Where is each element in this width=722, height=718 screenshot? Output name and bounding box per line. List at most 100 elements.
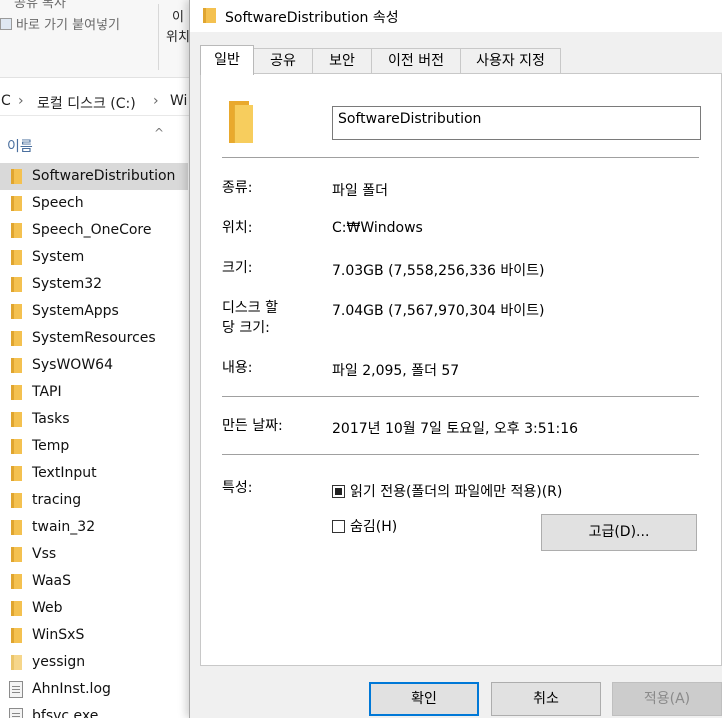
size-label: 크기: xyxy=(222,260,253,276)
disk-size-label-line2: 당 크기: xyxy=(222,320,270,336)
file-name: SystemApps xyxy=(32,303,119,319)
dialog-title: SoftwareDistribution 속성 xyxy=(225,10,399,26)
folder-icon xyxy=(11,655,22,670)
tab-sharing[interactable]: 공유 xyxy=(253,48,313,74)
ok-button[interactable]: 확인 xyxy=(369,682,479,716)
readonly-checkbox[interactable] xyxy=(332,484,345,498)
properties-dialog: SoftwareDistribution 속성 일반 공유 보안 이전 버전 사… xyxy=(189,0,722,718)
advanced-button[interactable]: 고급(D)... xyxy=(541,514,697,551)
file-name: SystemResources xyxy=(32,330,156,346)
location-value: C:₩Windows xyxy=(332,220,423,236)
file-name: Web xyxy=(32,600,63,616)
ribbon-move-button[interactable]: 이 xyxy=(172,6,184,25)
folder-icon xyxy=(11,169,22,184)
hidden-checkbox-row[interactable]: 숨김(H) xyxy=(332,516,397,536)
folder-icon xyxy=(11,520,22,535)
file-name: AhnInst.log xyxy=(32,681,111,697)
type-label: 종류: xyxy=(222,180,253,196)
file-explorer-window: 공유 복사 바로 가기 붙여넣기 이 위치 C › 로컬 디스크 (C:) › … xyxy=(0,0,200,718)
large-folder-icon xyxy=(229,101,253,143)
file-list-item[interactable]: Vss xyxy=(0,541,188,568)
folder-icon xyxy=(11,412,22,427)
breadcrumb-separator: › xyxy=(153,93,159,109)
folder-name-field[interactable]: SoftwareDistribution xyxy=(332,106,701,140)
address-bar[interactable]: C › 로컬 디스크 (C:) › Wi xyxy=(0,88,200,116)
file-list-item[interactable]: SysWOW64 xyxy=(0,352,188,379)
file-name: twain_32 xyxy=(32,519,96,535)
file-list-item[interactable]: twain_32 xyxy=(0,514,188,541)
breadcrumb-pc[interactable]: C xyxy=(1,93,11,109)
file-name: bfsvc.exe xyxy=(32,708,99,718)
tab-security[interactable]: 보안 xyxy=(312,48,372,74)
file-icon xyxy=(9,708,23,718)
file-name: System32 xyxy=(32,276,103,292)
general-tab-panel: SoftwareDistribution 종류: 파일 폴더 위치: C:₩Wi… xyxy=(200,73,722,666)
folder-icon xyxy=(11,304,22,319)
folder-icon xyxy=(11,574,22,589)
file-name: WaaS xyxy=(32,573,71,589)
file-list-item[interactable]: WinSxS xyxy=(0,622,188,649)
readonly-checkbox-label: 읽기 전용(폴더의 파일에만 적용)(R) xyxy=(350,484,563,500)
file-name: TextInput xyxy=(32,465,97,481)
file-list-item[interactable]: System32 xyxy=(0,271,188,298)
disk-size-value: 7.04GB (7,567,970,304 바이트) xyxy=(332,303,545,319)
ribbon-copy-path-label: 공유 복사 xyxy=(14,0,66,11)
name-column-header[interactable]: 이름 ^ xyxy=(0,126,200,160)
file-list-item[interactable]: TextInput xyxy=(0,460,188,487)
hidden-checkbox[interactable] xyxy=(332,519,345,533)
ribbon-move-location-label: 위치 xyxy=(166,30,190,45)
attributes-label: 특성: xyxy=(222,480,253,496)
file-list-item[interactable]: AhnInst.log xyxy=(0,676,188,703)
file-name: SoftwareDistribution xyxy=(32,168,176,184)
file-name: Temp xyxy=(32,438,70,454)
tab-general[interactable]: 일반 xyxy=(200,45,254,75)
file-list-item[interactable]: WaaS xyxy=(0,568,188,595)
type-value: 파일 폴더 xyxy=(332,183,388,199)
dialog-title-bar[interactable]: SoftwareDistribution 속성 xyxy=(190,0,722,32)
file-list-item[interactable]: Temp xyxy=(0,433,188,460)
file-list-item[interactable]: Speech_OneCore xyxy=(0,217,188,244)
file-list-item[interactable]: System xyxy=(0,244,188,271)
disk-size-label: 디스크 할 xyxy=(222,300,278,316)
created-value: 2017년 10월 7일 토요일, 오후 3:51:16 xyxy=(332,421,579,437)
file-list-item[interactable]: Tasks xyxy=(0,406,188,433)
file-list-item[interactable]: SystemResources xyxy=(0,325,188,352)
file-list-item[interactable]: Speech xyxy=(0,190,188,217)
file-list-item[interactable]: yessign xyxy=(0,649,188,676)
paste-shortcut-icon xyxy=(0,18,12,30)
readonly-checkbox-row[interactable]: 읽기 전용(폴더의 파일에만 적용)(R) xyxy=(332,481,562,501)
folder-icon xyxy=(11,385,22,400)
file-name: Vss xyxy=(32,546,57,562)
file-list-item[interactable]: Web xyxy=(0,595,188,622)
file-list-item[interactable]: tracing xyxy=(0,487,188,514)
ribbon-move-label: 이 xyxy=(172,10,184,25)
folder-icon xyxy=(11,196,22,211)
file-list-item[interactable]: SystemApps xyxy=(0,298,188,325)
folder-icon xyxy=(11,628,22,643)
file-list-item[interactable]: SoftwareDistribution xyxy=(0,163,188,190)
ribbon-move-location[interactable]: 위치 xyxy=(166,26,190,45)
hidden-checkbox-label: 숨김(H) xyxy=(350,519,398,535)
breadcrumb-separator: › xyxy=(18,93,24,109)
apply-button[interactable]: 적용(A) xyxy=(612,682,722,716)
tab-customize[interactable]: 사용자 지정 xyxy=(460,48,561,74)
cancel-button[interactable]: 취소 xyxy=(491,682,601,716)
file-name: yessign xyxy=(32,654,86,670)
location-label: 위치: xyxy=(222,220,253,236)
ribbon-paste-shortcut-button[interactable]: 바로 가기 붙여넣기 xyxy=(0,14,120,33)
file-list-item[interactable]: TAPI xyxy=(0,379,188,406)
breadcrumb-local-disk[interactable]: 로컬 디스크 (C:) xyxy=(37,93,136,113)
breadcrumb-windows[interactable]: Wi xyxy=(170,93,187,109)
folder-icon xyxy=(11,358,22,373)
divider xyxy=(222,157,699,158)
ribbon-copy-path-button[interactable]: 공유 복사 xyxy=(14,0,66,11)
file-list-item[interactable]: bfsvc.exe xyxy=(0,703,188,718)
folder-icon xyxy=(11,547,22,562)
tab-previous-versions[interactable]: 이전 버전 xyxy=(371,48,461,74)
folder-icon xyxy=(11,466,22,481)
ribbon-paste-shortcut-label: 바로 가기 붙여넣기 xyxy=(16,18,120,33)
file-name: System xyxy=(32,249,85,265)
file-name: Speech_OneCore xyxy=(32,222,152,238)
file-name: TAPI xyxy=(32,384,62,400)
folder-icon xyxy=(11,250,22,265)
